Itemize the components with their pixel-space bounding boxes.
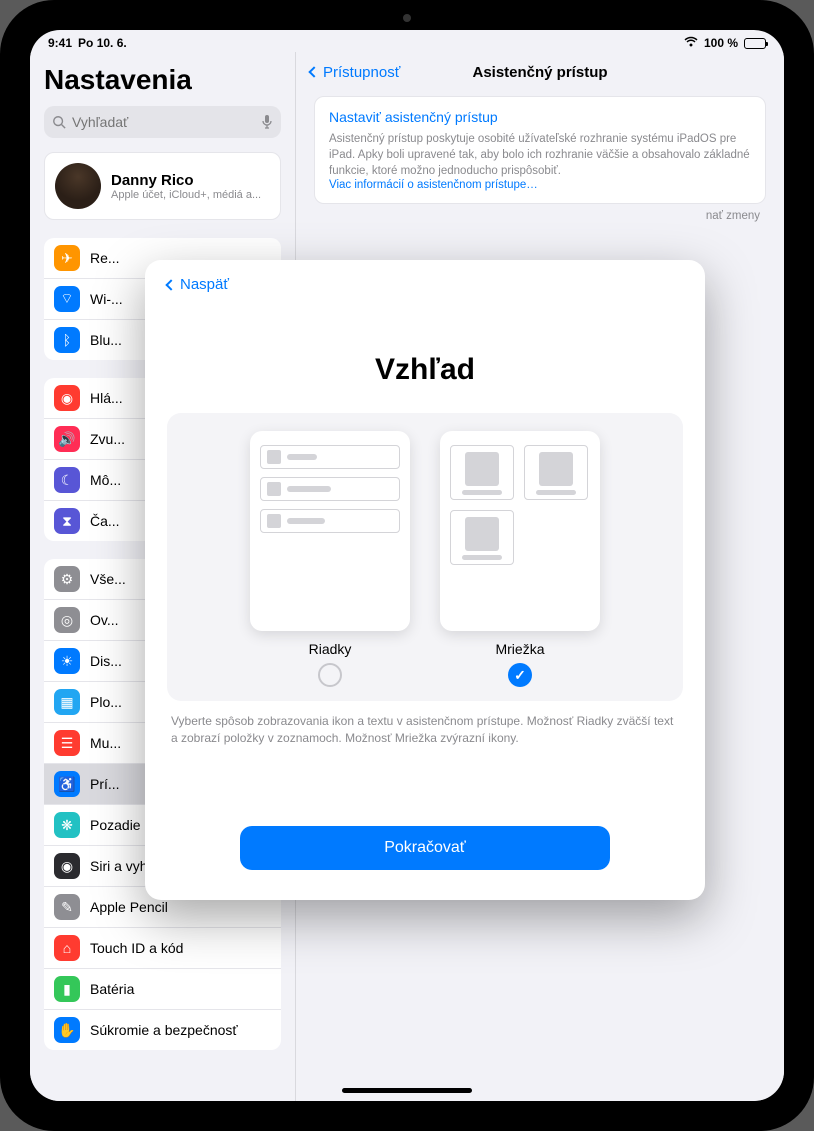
app-icon: ⚙ xyxy=(54,566,80,592)
search-field[interactable] xyxy=(44,106,281,138)
back-button-accessibility[interactable]: Prístupnosť xyxy=(310,64,400,81)
app-icon: ♿ xyxy=(54,771,80,797)
sidebar-item-label: Plo... xyxy=(90,694,122,710)
sheet-title: Vzhľad xyxy=(167,353,683,387)
app-icon: ▮ xyxy=(54,976,80,1002)
app-icon: ◎ xyxy=(54,607,80,633)
battery-icon xyxy=(744,38,766,49)
radio-grid[interactable] xyxy=(508,663,532,687)
option-grid-label: Mriežka xyxy=(495,641,544,657)
sidebar-item-label: Súkromie a bezpečnosť xyxy=(90,1022,238,1038)
detail-nav: Prístupnosť Asistenčný prístup xyxy=(296,52,784,92)
continue-button[interactable]: Pokračovať xyxy=(240,826,610,870)
app-icon: ☾ xyxy=(54,467,80,493)
avatar xyxy=(55,163,101,209)
sidebar-item-label: Batéria xyxy=(90,981,134,997)
status-bar: 9:41 Po 10. 6. 100 % xyxy=(30,30,784,52)
sheet-description: Vyberte spôsob zobrazovania ikon a textu… xyxy=(171,713,679,747)
sidebar-item-label: Touch ID a kód xyxy=(90,940,183,956)
app-icon: ✈ xyxy=(54,245,80,271)
app-icon: ☰ xyxy=(54,730,80,756)
option-rows-label: Riadky xyxy=(309,641,352,657)
sidebar-item[interactable]: ⌂ Touch ID a kód xyxy=(44,928,281,969)
sidebar-item-label: Dis... xyxy=(90,653,122,669)
app-icon: ☀ xyxy=(54,648,80,674)
sidebar-item-label: Ov... xyxy=(90,612,119,628)
preview-grid xyxy=(440,431,600,631)
app-icon: ⌔ xyxy=(54,286,80,312)
sidebar-item-label: Prí... xyxy=(90,776,120,792)
app-icon: ⌂ xyxy=(54,935,80,961)
sidebar-item[interactable]: ✋ Súkromie a bezpečnosť xyxy=(44,1010,281,1050)
sidebar-item-label: Ča... xyxy=(90,513,120,529)
sidebar-item-label: Hlá... xyxy=(90,390,123,406)
app-icon: ◉ xyxy=(54,385,80,411)
sheet-back-button[interactable]: Naspäť xyxy=(167,276,683,293)
app-icon: ❋ xyxy=(54,812,80,838)
app-icon: ⧗ xyxy=(54,508,80,534)
sidebar-item-label: Pozadie xyxy=(90,817,141,833)
sidebar-item-label: Re... xyxy=(90,250,120,266)
search-icon xyxy=(52,115,66,129)
sheet-back-label: Naspäť xyxy=(180,276,229,293)
home-indicator[interactable] xyxy=(342,1088,472,1093)
sidebar-item-label: Mu... xyxy=(90,735,121,751)
app-icon: ✋ xyxy=(54,1017,80,1043)
sidebar-item-label: Apple Pencil xyxy=(90,899,168,915)
profile-card[interactable]: Danny Rico Apple účet, iCloud+, médiá a.… xyxy=(44,152,281,220)
chevron-left-icon xyxy=(165,279,176,290)
app-icon: ◉ xyxy=(54,853,80,879)
radio-rows[interactable] xyxy=(318,663,342,687)
sidebar-item-label: Blu... xyxy=(90,332,122,348)
front-camera xyxy=(403,14,411,22)
app-icon: ✎ xyxy=(54,894,80,920)
app-icon: ᛒ xyxy=(54,327,80,353)
option-rows[interactable]: Riadky xyxy=(250,431,410,687)
sidebar-item[interactable]: ▮ Batéria xyxy=(44,969,281,1010)
battery-text: 100 % xyxy=(704,36,738,50)
app-icon: 🔊 xyxy=(54,426,80,452)
layout-options: Riadky Mriežka xyxy=(167,413,683,701)
app-icon: ▦ xyxy=(54,689,80,715)
status-time: 9:41 xyxy=(48,36,72,50)
card-title: Nastaviť asistenčný prístup xyxy=(329,109,751,125)
sidebar-item-label: Vše... xyxy=(90,571,126,587)
status-date: Po 10. 6. xyxy=(78,36,127,50)
back-label: Prístupnosť xyxy=(323,64,400,81)
profile-subtitle: Apple účet, iCloud+, médiá a... xyxy=(111,189,261,201)
partial-text: nať zmeny xyxy=(314,204,766,222)
sidebar-title: Nastavenia xyxy=(44,64,281,96)
option-grid[interactable]: Mriežka xyxy=(440,431,600,687)
card-description: Asistenčný prístup poskytuje osobité uží… xyxy=(329,131,751,179)
sidebar-item-label: Wi-... xyxy=(90,291,123,307)
card-learn-more-link[interactable]: Viac informácií o asistenčnom prístupe… xyxy=(329,179,751,191)
search-input[interactable] xyxy=(66,114,261,130)
wifi-icon xyxy=(684,36,698,50)
sidebar-item-label: Zvu... xyxy=(90,431,125,447)
chevron-left-icon xyxy=(308,66,319,77)
sidebar-item-label: Mô... xyxy=(90,472,121,488)
preview-rows xyxy=(250,431,410,631)
setup-card[interactable]: Nastaviť asistenčný prístup Asistenčný p… xyxy=(314,96,766,204)
dictation-icon[interactable] xyxy=(261,114,273,130)
profile-name: Danny Rico xyxy=(111,172,261,189)
appearance-sheet: Naspäť Vzhľad Riadky xyxy=(145,260,705,900)
